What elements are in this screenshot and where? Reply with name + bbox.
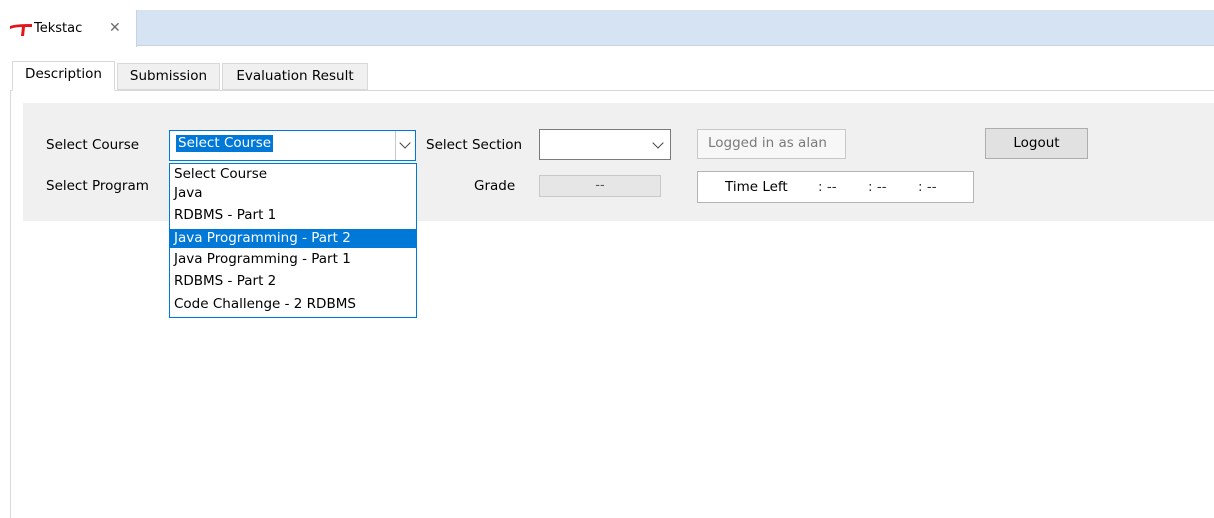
time-left-minutes: : -- (868, 179, 887, 195)
select-course-value: Select Course (176, 135, 274, 152)
time-left-hours: : -- (818, 179, 837, 195)
course-option[interactable]: Java Programming - Part 1 (170, 250, 416, 269)
select-section-dropdown-button[interactable] (648, 130, 670, 159)
editor-tab-bar (0, 10, 1214, 46)
grade-value-field: -- (539, 175, 661, 197)
tab-submission[interactable]: Submission (117, 63, 220, 90)
course-dropdown-list: Select Course Java RDBMS - Part 1 Java P… (169, 163, 417, 318)
chevron-down-icon (399, 137, 411, 149)
course-option[interactable]: Java (170, 184, 416, 203)
course-option[interactable]: RDBMS - Part 2 (170, 272, 416, 291)
tekstac-logo-icon (10, 24, 32, 36)
editor-tab-title: Tekstac (34, 21, 83, 36)
grade-label: Grade (474, 178, 516, 194)
time-left-display: Time Left : -- : -- : -- (697, 171, 974, 203)
logged-in-status-field: Logged in as alan (697, 129, 846, 159)
select-course-combobox[interactable]: Select Course (169, 130, 416, 161)
tab-evaluation-result[interactable]: Evaluation Result (222, 63, 368, 90)
close-icon[interactable]: ✕ (109, 19, 121, 37)
course-option[interactable]: Select Course (170, 165, 416, 184)
select-program-label: Select Program (46, 178, 149, 194)
time-left-label: Time Left (725, 179, 788, 195)
select-section-combobox[interactable] (539, 129, 671, 160)
tab-description[interactable]: Description (12, 61, 115, 91)
select-course-label: Select Course (46, 137, 140, 153)
course-option-highlighted[interactable]: Java Programming - Part 2 (170, 229, 416, 248)
chevron-down-icon (652, 137, 664, 149)
editor-tab-tekstac[interactable]: Tekstac ✕ (0, 10, 137, 47)
select-section-label: Select Section (426, 137, 523, 153)
time-left-seconds: : -- (918, 179, 937, 195)
course-option[interactable]: Code Challenge - 2 RDBMS (170, 295, 416, 314)
logout-button[interactable]: Logout (985, 128, 1088, 159)
select-course-dropdown-button[interactable] (395, 131, 415, 160)
window-top-strip (0, 0, 1214, 10)
course-option[interactable]: RDBMS - Part 1 (170, 206, 416, 225)
